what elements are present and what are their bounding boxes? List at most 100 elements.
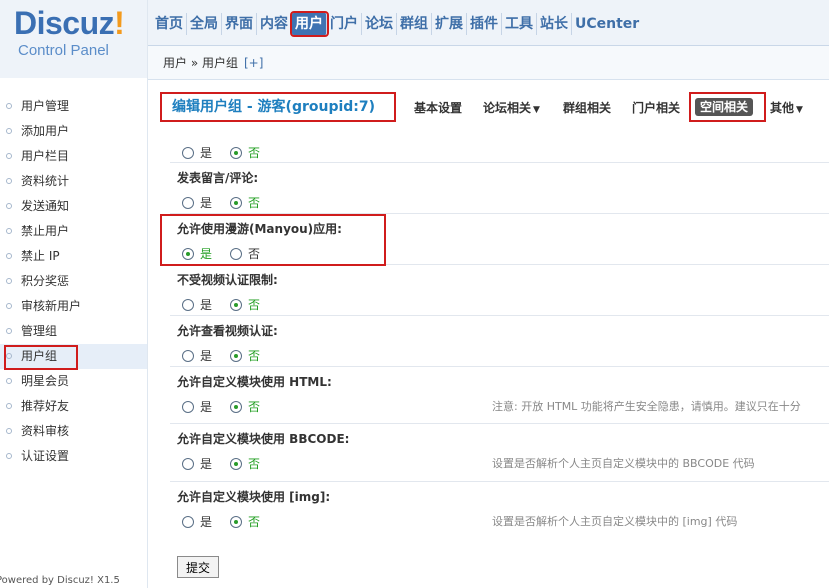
top-nav-item[interactable]: 内容 <box>257 13 292 35</box>
radio-no[interactable]: 否 <box>230 144 260 161</box>
radio-circle-icon <box>182 400 194 413</box>
sidebar-item[interactable]: 资料统计 <box>0 169 147 194</box>
sidebar-item[interactable]: 积分奖惩 <box>0 269 147 294</box>
row-label: 允许自定义模块使用 HTML: <box>177 375 332 389</box>
radio-circle-icon <box>230 298 242 311</box>
sidebar-item[interactable]: 禁止用户 <box>0 219 147 244</box>
sidebar-item-label: 认证设置 <box>21 449 70 463</box>
bullet-icon <box>6 253 12 259</box>
row-label: 发表留言/评论: <box>177 171 259 185</box>
submit-button[interactable]: 提交 <box>177 556 219 578</box>
tab-space[interactable]: 空间相关 <box>695 98 754 116</box>
bullet-icon <box>6 103 12 109</box>
sidebar-item-label: 发送通知 <box>21 199 70 213</box>
bullet-icon <box>6 128 12 134</box>
radio-no[interactable]: 否 <box>230 245 260 262</box>
radio-yes[interactable]: 是 <box>182 296 212 313</box>
sidebar-item[interactable]: 资料审核 <box>0 419 147 444</box>
sidebar-item[interactable]: 认证设置 <box>0 444 147 469</box>
radio-no[interactable]: 否 <box>230 194 260 211</box>
sidebar-item[interactable]: 明星会员 <box>0 369 147 394</box>
top-nav-item[interactable]: UCenter <box>572 13 642 35</box>
radio-no[interactable]: 否 <box>230 347 260 364</box>
sidebar-item[interactable]: 用户管理 <box>0 94 147 119</box>
row-hint: 注意: 开放 HTML 功能将产生安全隐患，请慎用。建议只在十分 <box>492 400 801 413</box>
powered-by: Powered by Discuz! X1.5 <box>0 575 120 586</box>
radio-circle-icon <box>230 196 242 209</box>
sidebar-item-label: 推荐好友 <box>21 399 70 413</box>
breadcrumb-add-link[interactable]: [+] <box>244 56 263 70</box>
tab-portal[interactable]: 门户相关 <box>632 99 680 116</box>
tab-forum[interactable]: 论坛相关 ▼ <box>483 99 540 116</box>
bullet-icon <box>6 303 12 309</box>
sidebar-item[interactable]: 添加用户 <box>0 119 147 144</box>
radio-circle-icon <box>182 247 194 260</box>
sidebar: 用户管理添加用户用户栏目资料统计发送通知禁止用户禁止 IP 积分奖惩审核新用户管理… <box>0 78 148 588</box>
sidebar-item[interactable]: 禁止 IP <box>0 244 147 269</box>
row-divider <box>170 423 829 424</box>
sidebar-item-label: 积分奖惩 <box>21 274 70 288</box>
sidebar-item[interactable]: 管理组 <box>0 319 147 344</box>
top-nav-item[interactable]: 论坛 <box>362 13 397 35</box>
row-hint: 设置是否解析个人主页自定义模块中的 BBCODE 代码 <box>492 457 755 470</box>
tab-group[interactable]: 群组相关 <box>563 99 611 116</box>
radio-yes[interactable]: 是 <box>182 455 212 472</box>
top-nav-item[interactable]: 工具 <box>502 13 537 35</box>
radio-label: 是 <box>200 196 213 210</box>
radio-no[interactable]: 否 <box>230 455 260 472</box>
radio-label: 否 <box>248 457 261 471</box>
radio-yes[interactable]: 是 <box>182 194 212 211</box>
row-label: 允许自定义模块使用 [img]: <box>177 490 331 504</box>
radio-label: 是 <box>200 457 213 471</box>
bullet-icon <box>6 403 12 409</box>
radio-no[interactable]: 否 <box>230 398 260 415</box>
bullet-icon <box>6 178 12 184</box>
tab-other[interactable]: 其他 ▼ <box>770 99 803 116</box>
radio-no[interactable]: 否 <box>230 513 260 530</box>
top-nav-item[interactable]: 全局 <box>187 13 222 35</box>
sidebar-item-label: 添加用户 <box>21 124 70 138</box>
top-nav-item[interactable]: 门户 <box>327 13 362 35</box>
top-nav-item[interactable]: 站长 <box>537 13 572 35</box>
radio-label: 否 <box>248 298 261 312</box>
radio-yes[interactable]: 是 <box>182 513 212 530</box>
radio-circle-icon <box>182 349 194 362</box>
top-nav-item[interactable]: 扩展 <box>432 13 467 35</box>
tab-basic-settings[interactable]: 基本设置 <box>414 99 462 116</box>
breadcrumb-path: 用户 » 用户组 <box>163 56 238 70</box>
sidebar-item-label: 管理组 <box>21 324 58 338</box>
sidebar-item[interactable]: 用户栏目 <box>0 144 147 169</box>
sidebar-item[interactable]: 发送通知 <box>0 194 147 219</box>
top-nav: 首页 全局 界面 内容 用户 门户 论坛 群组 扩展 插件 工具 站长 UCenter <box>152 11 642 37</box>
chevron-down-icon: ▼ <box>533 105 540 115</box>
sidebar-item[interactable]: 用户组 <box>0 344 147 370</box>
sidebar-item[interactable]: 审核新用户 <box>0 294 147 319</box>
radio-yes[interactable]: 是 <box>182 144 212 161</box>
sidebar-item[interactable]: 推荐好友 <box>0 394 147 419</box>
radio-label: 否 <box>248 146 261 160</box>
sidebar-item-label: 用户组 <box>21 349 58 363</box>
top-nav-item[interactable]: 界面 <box>222 13 257 35</box>
top-nav-item[interactable]: 群组 <box>397 13 432 35</box>
radio-yes[interactable]: 是 <box>182 398 212 415</box>
top-nav-item[interactable]: 首页 <box>152 13 187 35</box>
radio-yes[interactable]: 是 <box>182 347 212 364</box>
row-label: 允许查看视频认证: <box>177 324 278 338</box>
sidebar-item-label: 用户栏目 <box>21 149 70 163</box>
radio-label: 是 <box>200 515 213 529</box>
row-hint: 设置是否解析个人主页自定义模块中的 [img] 代码 <box>492 515 738 528</box>
radio-yes[interactable]: 是 <box>182 245 212 262</box>
radio-label: 否 <box>248 196 261 210</box>
radio-no[interactable]: 否 <box>230 296 260 313</box>
sidebar-item-label: 禁止 IP <box>21 249 60 263</box>
sidebar-item-label: 禁止用户 <box>21 224 70 238</box>
radio-circle-icon <box>182 196 194 209</box>
top-nav-item[interactable]: 插件 <box>467 13 502 35</box>
radio-label: 是 <box>200 247 213 261</box>
radio-label: 否 <box>248 515 261 529</box>
row-divider <box>170 162 829 163</box>
sidebar-item-label: 明星会员 <box>21 374 70 388</box>
radio-circle-icon <box>182 457 194 470</box>
bullet-icon <box>6 428 12 434</box>
top-nav-item[interactable]: 用户 <box>290 11 329 37</box>
